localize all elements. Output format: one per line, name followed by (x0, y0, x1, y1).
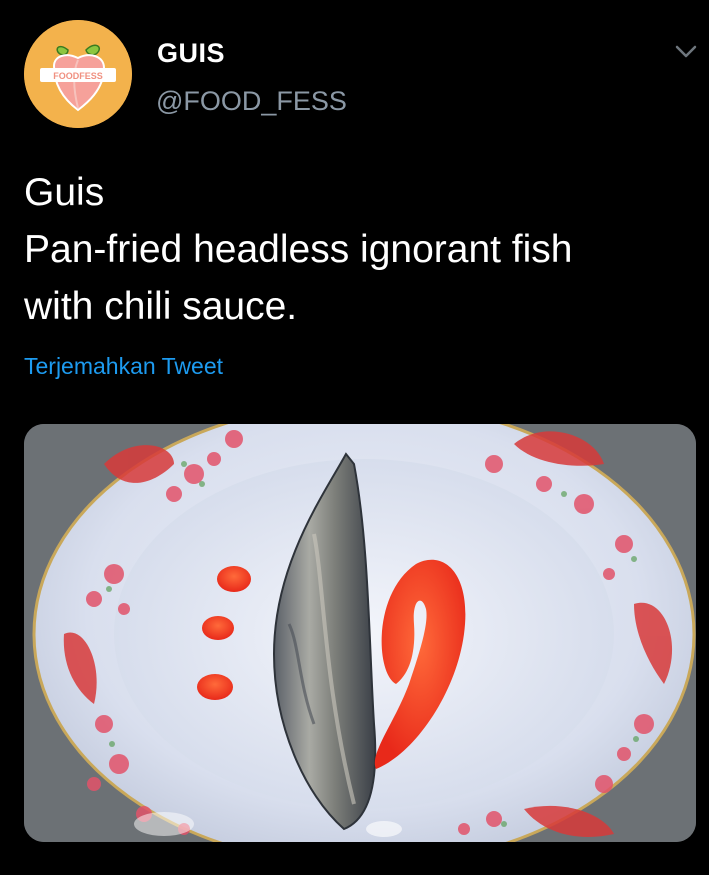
fish-plate-photo (24, 424, 696, 842)
avatar[interactable]: FOODFESS (24, 20, 132, 128)
tweet-text-line: with chili sauce. (24, 285, 298, 328)
translate-tweet-link[interactable]: Terjemahkan Tweet (24, 353, 223, 380)
display-name[interactable]: GUIS (157, 38, 225, 69)
tweet-text: Guis Pan-fried headless ignorant fish wi… (24, 164, 684, 335)
tweet-text-line: Guis (24, 171, 105, 214)
tweet-photo[interactable] (24, 424, 696, 842)
tweet-header: FOODFESS GUIS @FOOD_FESS (0, 0, 709, 140)
chevron-down-icon (675, 45, 697, 58)
user-handle[interactable]: @FOOD_FESS (156, 86, 347, 117)
tweet-menu-button[interactable] (668, 34, 704, 70)
peach-logo: FOODFESS (24, 20, 132, 128)
tweet-text-line: Pan-fried headless ignorant fish (24, 228, 573, 271)
avatar-text: FOODFESS (53, 71, 103, 81)
